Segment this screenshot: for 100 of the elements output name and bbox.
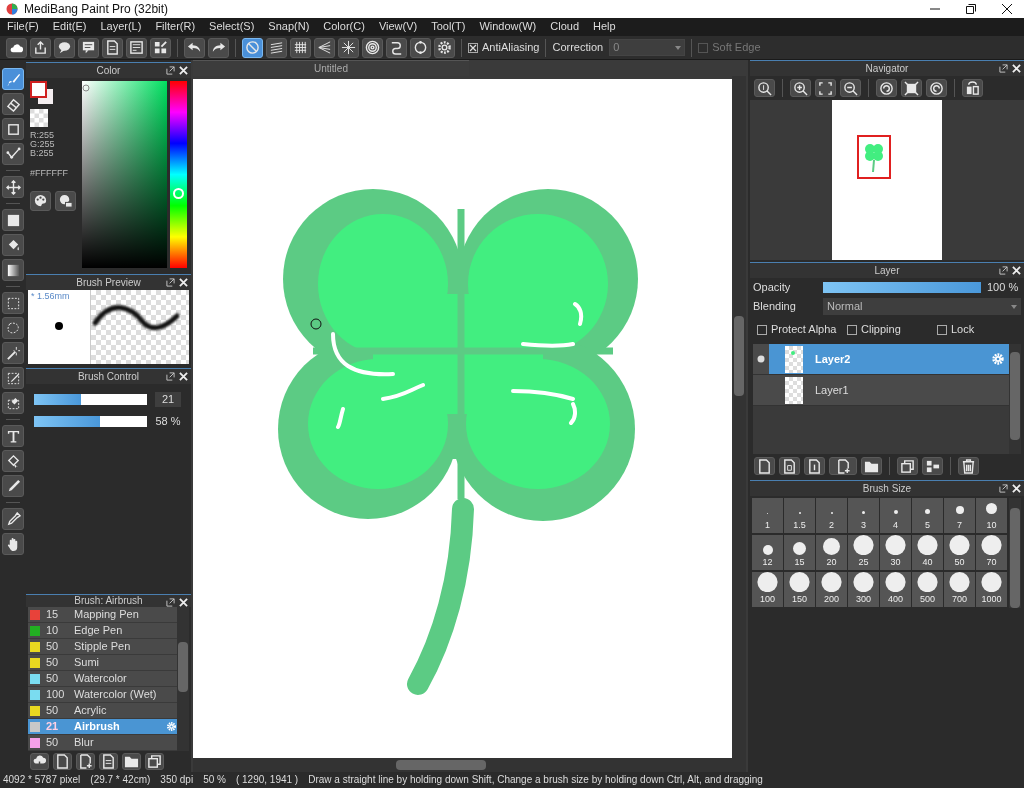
brush-dot-icon xyxy=(55,321,63,330)
pop-out-icon[interactable] xyxy=(999,64,1008,73)
brush-size-option[interactable]: 25 xyxy=(848,535,879,570)
brush-dot-icon xyxy=(853,572,874,593)
menu-item[interactable]: Select(S) xyxy=(202,20,262,34)
brush-size: 50 xyxy=(46,703,60,718)
horizontal-scrollbar[interactable] xyxy=(193,758,732,772)
menu-item[interactable]: Snap(N) xyxy=(261,20,317,34)
brush-size-option[interactable]: 1 xyxy=(752,498,783,533)
menu-item[interactable]: Filter(R) xyxy=(148,20,203,34)
menu-item[interactable]: Edit(E) xyxy=(45,20,94,34)
brush-list-item[interactable]: 100 Watercolor (Wet) xyxy=(28,687,177,703)
brush-size-option[interactable]: 2 xyxy=(816,498,847,533)
brush-size-option[interactable]: 400 xyxy=(880,572,911,607)
brush-list-item[interactable]: 50 Acrylic xyxy=(28,703,177,719)
menu-item[interactable]: File(F) xyxy=(0,20,46,34)
brush-list-item[interactable]: 50 Sumi xyxy=(28,655,177,671)
brush-list-item[interactable]: 50 Stipple Pen xyxy=(28,639,177,655)
checkbox[interactable] xyxy=(757,324,767,335)
brush-size-option[interactable]: 7 xyxy=(944,498,975,533)
scrollbar[interactable] xyxy=(1009,498,1021,608)
pop-out-icon[interactable] xyxy=(999,484,1008,493)
brush-size-option[interactable]: 1000 xyxy=(976,572,1007,607)
pop-out-icon[interactable] xyxy=(166,372,175,381)
vertical-scrollbar[interactable] xyxy=(732,76,746,772)
brush-size-option[interactable]: 1.5 xyxy=(784,498,815,533)
brush-size-option[interactable]: 50 xyxy=(944,535,975,570)
brush-list-item[interactable]: 15 Mapping Pen xyxy=(28,607,177,623)
brush-size-option[interactable]: 300 xyxy=(848,572,879,607)
checkbox[interactable] xyxy=(468,42,478,53)
brush-size-option[interactable]: 30 xyxy=(880,535,911,570)
saturation-value-picker[interactable] xyxy=(82,81,167,268)
brush-size-option[interactable]: 3 xyxy=(848,498,879,533)
brush-size-option[interactable]: 700 xyxy=(944,572,975,607)
brush-size-option[interactable]: 70 xyxy=(976,535,1007,570)
status-size: 4092 * 5787 pixel xyxy=(3,774,81,786)
brush-size-option[interactable]: 20 xyxy=(816,535,847,570)
pop-out-icon[interactable] xyxy=(166,278,175,287)
brush-size-option[interactable]: 100 xyxy=(752,572,783,607)
layer-row[interactable]: Layer1 xyxy=(753,375,1009,407)
slider-track[interactable] xyxy=(34,394,147,406)
gear-icon[interactable] xyxy=(166,721,177,732)
brush-size-option[interactable]: 200 xyxy=(816,572,847,607)
menu-item[interactable]: Layer(L) xyxy=(93,20,149,34)
brush-size-option[interactable]: 4 xyxy=(880,498,911,533)
viewport-frame-icon xyxy=(857,135,891,179)
rgb-value: B:255 xyxy=(30,149,55,158)
menu-item[interactable]: Color(C) xyxy=(316,20,372,34)
brush-size-option[interactable]: 5 xyxy=(912,498,943,533)
brush-size: 15 xyxy=(46,607,60,622)
window-title: MediBang Paint Pro (32bit) xyxy=(24,1,170,17)
brush-list-item[interactable]: 50 Blur xyxy=(28,735,177,751)
brush-size-option[interactable]: 10 xyxy=(976,498,1007,533)
brush-size-option[interactable]: 40 xyxy=(912,535,943,570)
maximize-icon[interactable] xyxy=(966,4,976,14)
transparent-swatch-icon[interactable] xyxy=(30,109,48,127)
brush-size-option[interactable]: 12 xyxy=(752,535,783,570)
slider-track[interactable] xyxy=(34,416,147,428)
panel-title: Layer xyxy=(874,264,900,277)
pop-out-icon[interactable] xyxy=(166,66,175,75)
pop-out-icon[interactable] xyxy=(999,266,1008,275)
brush-size: 21 xyxy=(46,719,60,734)
brush-size-option[interactable]: 500 xyxy=(912,572,943,607)
status-paper: (29.7 * 42cm) xyxy=(90,774,151,786)
picker-ring-icon xyxy=(82,84,90,93)
brush-size-option[interactable]: 15 xyxy=(784,535,815,570)
slider-value-box[interactable]: 21 xyxy=(155,392,181,408)
pop-out-icon[interactable] xyxy=(166,598,175,607)
blending-dropdown[interactable]: Normal xyxy=(823,298,1021,316)
brush-dot-icon xyxy=(885,572,906,593)
brush-name: Edge Pen xyxy=(74,623,124,638)
status-coords: ( 1290, 1941 ) xyxy=(235,774,299,786)
brush-dot-icon xyxy=(757,572,778,593)
hue-slider[interactable] xyxy=(170,81,187,268)
hue-thumb[interactable] xyxy=(173,188,184,200)
brush-list-item[interactable]: 50 Watercolor xyxy=(28,671,177,687)
menu-item[interactable]: View(V) xyxy=(371,20,425,34)
checkbox[interactable] xyxy=(937,324,947,335)
menu-item[interactable]: Cloud xyxy=(543,20,586,34)
scrollbar[interactable] xyxy=(177,607,189,751)
add-page-icon[interactable] xyxy=(835,458,851,474)
brush-list-item[interactable]: 10 Edge Pen xyxy=(28,623,177,639)
add-page-button[interactable] xyxy=(829,457,857,475)
gear-icon[interactable] xyxy=(991,352,1005,367)
scrollbar[interactable] xyxy=(1009,344,1021,454)
close-icon[interactable] xyxy=(1002,4,1012,14)
brush-name: Stipple Pen xyxy=(74,639,132,654)
brush-size-option[interactable]: 150 xyxy=(784,572,815,607)
menu-item[interactable]: Tool(T) xyxy=(424,20,473,34)
menu-item[interactable]: Help xyxy=(586,20,623,34)
brush-dot-icon xyxy=(885,535,906,556)
visibility-dot-icon[interactable] xyxy=(757,355,765,364)
checkbox-label: Soft Edge xyxy=(712,40,761,55)
menu-item[interactable]: Window(W) xyxy=(472,20,544,34)
checkbox[interactable] xyxy=(847,324,857,335)
status-zoom: 50 % xyxy=(203,774,226,786)
color-swatches-icon[interactable] xyxy=(30,81,54,105)
brush-dot-icon xyxy=(893,510,898,515)
panel-title: Brush: Airbrush xyxy=(74,595,143,607)
brush-dot-icon xyxy=(981,572,1002,593)
